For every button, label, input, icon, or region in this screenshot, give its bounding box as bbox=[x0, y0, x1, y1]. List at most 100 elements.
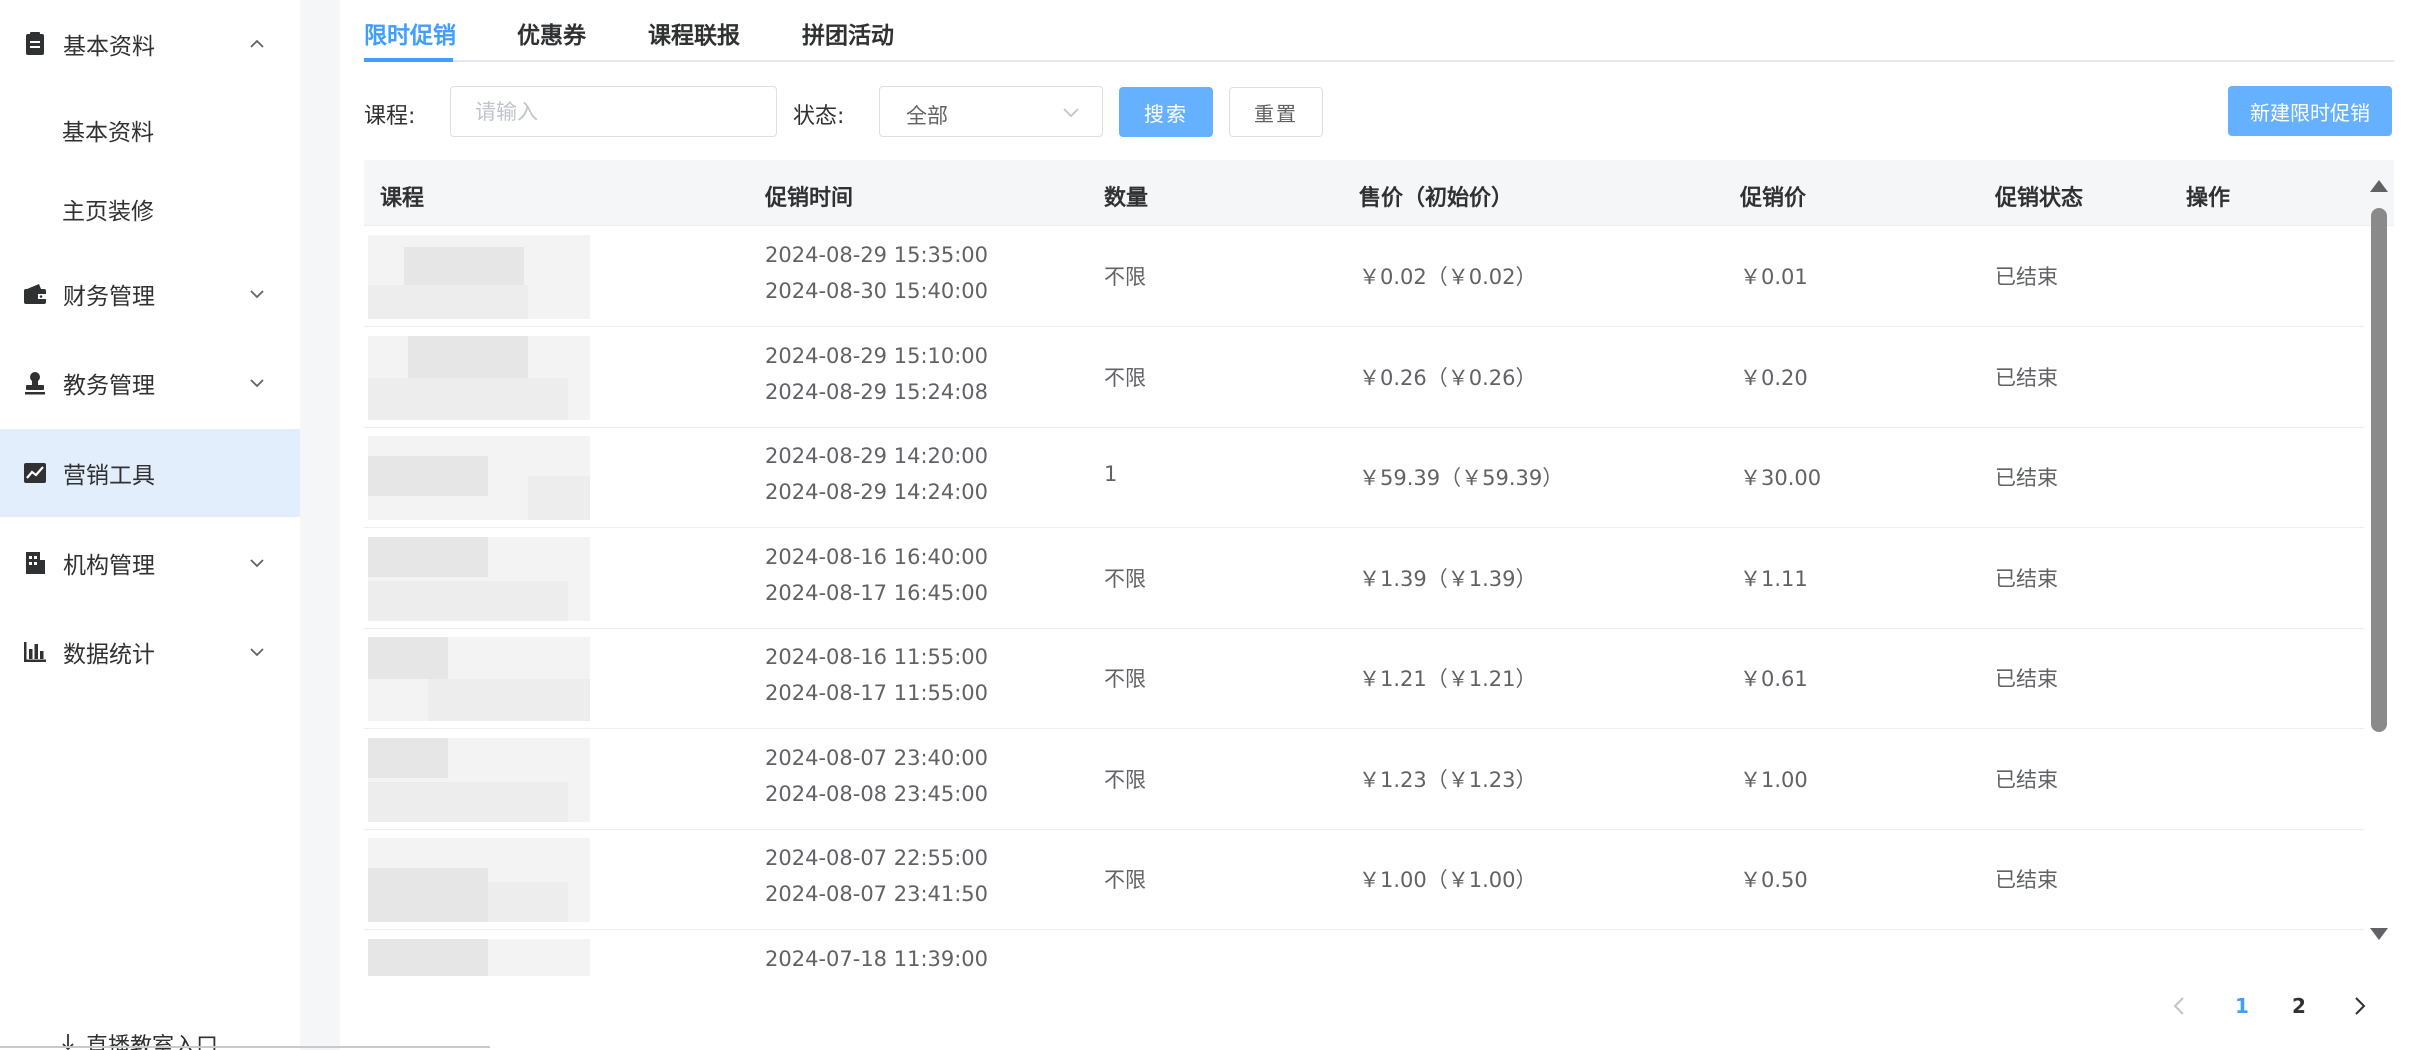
column-header-course: 课程 bbox=[380, 186, 425, 211]
table-header: 课程 促销时间 数量 售价（初始价） 促销价 促销状态 操作 bbox=[364, 160, 2394, 226]
promo-price-cell: ￥0.61 bbox=[1740, 667, 1808, 691]
promo-start-time: 2024-08-16 16:40:00 bbox=[765, 545, 989, 569]
promo-start-time: 2024-08-29 15:10:00 bbox=[765, 344, 989, 368]
sidebar-item-label: 基本资料 bbox=[63, 34, 155, 60]
column-header-actions: 操作 bbox=[2186, 186, 2231, 211]
course-thumbnail bbox=[368, 637, 590, 721]
reset-button[interactable]: 重置 bbox=[1229, 87, 1323, 137]
user-stamp-icon bbox=[22, 370, 48, 396]
promo-price-cell: ￥0.01 bbox=[1740, 265, 1808, 289]
status-select[interactable]: 全部 bbox=[879, 86, 1103, 137]
chevron-down-icon bbox=[248, 554, 266, 572]
sidebar-subitem-homepage-decor[interactable]: 主页装修 bbox=[0, 174, 300, 244]
sidebar-item-organization[interactable]: 机构管理 bbox=[0, 519, 300, 607]
price-cell: ￥1.39（￥1.39） bbox=[1359, 567, 1537, 591]
price-cell: ￥1.23（￥1.23） bbox=[1359, 768, 1537, 792]
sidebar-subitem-label: 基本资料 bbox=[62, 120, 154, 146]
sidebar-item-label: 数据统计 bbox=[63, 642, 155, 668]
promo-end-time: 2024-08-07 23:41:50 bbox=[765, 882, 989, 906]
promo-start-time: 2024-08-29 14:20:00 bbox=[765, 444, 989, 468]
course-thumbnail bbox=[368, 336, 590, 420]
bar-chart-icon bbox=[22, 639, 48, 665]
wallet-icon bbox=[22, 281, 48, 307]
course-thumbnail bbox=[368, 537, 590, 621]
sidebar-item-marketing[interactable]: 营销工具 bbox=[0, 429, 300, 517]
quantity-cell: 不限 bbox=[1104, 768, 1146, 792]
column-header-promo-status: 促销状态 bbox=[1995, 186, 2084, 211]
quantity-cell: 不限 bbox=[1104, 265, 1146, 289]
prev-page-icon[interactable] bbox=[2172, 996, 2186, 1020]
building-icon bbox=[22, 550, 48, 576]
sidebar-item-label: 机构管理 bbox=[63, 553, 155, 579]
quantity-cell: 不限 bbox=[1104, 567, 1146, 591]
chevron-down-icon bbox=[248, 285, 266, 303]
sidebar-subitem-basic-info[interactable]: 基本资料 bbox=[0, 95, 300, 165]
sidebar-item-academic[interactable]: 教务管理 bbox=[0, 339, 300, 427]
table-scrollbar-thumb[interactable] bbox=[2371, 208, 2387, 732]
promo-end-time: 2024-08-17 16:45:00 bbox=[765, 581, 989, 605]
table-row[interactable]: 2024-08-07 22:55:00 2024-08-07 23:41:50 … bbox=[364, 830, 2364, 930]
course-search-input[interactable] bbox=[450, 86, 777, 137]
sidebar-item-label: 教务管理 bbox=[63, 373, 155, 399]
active-tab-indicator bbox=[364, 58, 453, 62]
sidebar-subitem-label: 主页装修 bbox=[62, 199, 154, 225]
quantity-cell: 1 bbox=[1104, 462, 1118, 486]
promo-price-cell: ￥0.50 bbox=[1740, 868, 1808, 892]
course-thumbnail bbox=[368, 838, 590, 922]
price-cell: ￥0.26（￥0.26） bbox=[1359, 366, 1537, 390]
chevron-down-icon bbox=[248, 643, 266, 661]
tab-coupon[interactable]: 优惠券 bbox=[517, 16, 586, 50]
scroll-down-arrow-icon[interactable] bbox=[2369, 926, 2389, 945]
table-row[interactable]: 2024-08-29 14:20:00 2024-08-29 14:24:00 … bbox=[364, 428, 2364, 528]
table-row[interactable]: 2024-08-16 11:55:00 2024-08-17 11:55:00 … bbox=[364, 629, 2364, 729]
promotion-table: 课程 促销时间 数量 售价（初始价） 促销价 促销状态 操作 2024-08-2… bbox=[364, 160, 2394, 976]
page-1-button[interactable]: 1 bbox=[2235, 994, 2249, 1018]
quantity-cell: 不限 bbox=[1104, 667, 1146, 691]
status-cell: 已结束 bbox=[1995, 768, 2058, 792]
promo-end-time: 2024-08-29 15:24:08 bbox=[765, 380, 989, 404]
status-cell: 已结束 bbox=[1995, 567, 2058, 591]
promo-price-cell: ￥0.20 bbox=[1740, 366, 1808, 390]
promo-end-time: 2024-08-08 23:45:00 bbox=[765, 782, 989, 806]
promo-price-cell: ￥30.00 bbox=[1740, 466, 1822, 490]
tab-group-buy[interactable]: 拼团活动 bbox=[802, 16, 894, 50]
course-filter-label: 课程: bbox=[364, 104, 416, 129]
sidebar-item-statistics[interactable]: 数据统计 bbox=[0, 608, 300, 696]
table-row[interactable]: 2024-08-29 15:35:00 2024-08-30 15:40:00 … bbox=[364, 227, 2364, 327]
promo-start-time: 2024-07-18 11:39:00 bbox=[765, 947, 989, 971]
status-cell: 已结束 bbox=[1995, 265, 2058, 289]
promo-end-time: 2024-08-30 15:40:00 bbox=[765, 279, 989, 303]
chevron-down-icon bbox=[248, 374, 266, 392]
bottom-divider bbox=[0, 1046, 490, 1048]
status-select-value: 全部 bbox=[906, 104, 948, 128]
sidebar-item-basic-info[interactable]: 基本资料 bbox=[0, 0, 300, 88]
table-row[interactable]: 2024-08-07 23:40:00 2024-08-08 23:45:00 … bbox=[364, 730, 2364, 830]
column-header-promo-time: 促销时间 bbox=[765, 186, 854, 211]
quantity-cell: 不限 bbox=[1104, 366, 1146, 390]
sidebar-item-label: 营销工具 bbox=[63, 463, 155, 489]
course-thumbnail bbox=[368, 738, 590, 822]
table-row[interactable]: 2024-08-16 16:40:00 2024-08-17 16:45:00 … bbox=[364, 529, 2364, 629]
new-flash-sale-button[interactable]: 新建限时促销 bbox=[2228, 86, 2392, 136]
table-row[interactable]: 2024-07-18 11:39:00 bbox=[364, 931, 2364, 976]
chevron-down-icon bbox=[1062, 105, 1080, 124]
price-cell: ￥59.39（￥59.39） bbox=[1359, 466, 1564, 490]
price-cell: ￥1.21（￥1.21） bbox=[1359, 667, 1537, 691]
sidebar-item-label: 财务管理 bbox=[63, 284, 155, 310]
tab-flash-sale[interactable]: 限时促销 bbox=[364, 16, 456, 50]
sidebar-item-finance[interactable]: 财务管理 bbox=[0, 250, 300, 338]
tab-course-bundle[interactable]: 课程联报 bbox=[648, 16, 740, 50]
scroll-up-arrow-icon[interactable] bbox=[2369, 178, 2389, 197]
next-page-icon[interactable] bbox=[2353, 996, 2367, 1020]
status-filter-label: 状态: bbox=[793, 104, 845, 129]
page-2-button[interactable]: 2 bbox=[2292, 994, 2306, 1018]
table-row[interactable]: 2024-08-29 15:10:00 2024-08-29 15:24:08 … bbox=[364, 328, 2364, 428]
status-cell: 已结束 bbox=[1995, 868, 2058, 892]
promo-end-time: 2024-08-29 14:24:00 bbox=[765, 480, 989, 504]
promo-start-time: 2024-08-07 22:55:00 bbox=[765, 846, 989, 870]
sidebar: 基本资料 基本资料 主页装修 财务管理 教务管理 营销工具 机构管理 数据统计 … bbox=[0, 0, 300, 1050]
column-header-quantity: 数量 bbox=[1104, 186, 1149, 211]
search-button[interactable]: 搜索 bbox=[1119, 87, 1213, 137]
status-cell: 已结束 bbox=[1995, 667, 2058, 691]
promo-start-time: 2024-08-16 11:55:00 bbox=[765, 645, 989, 669]
